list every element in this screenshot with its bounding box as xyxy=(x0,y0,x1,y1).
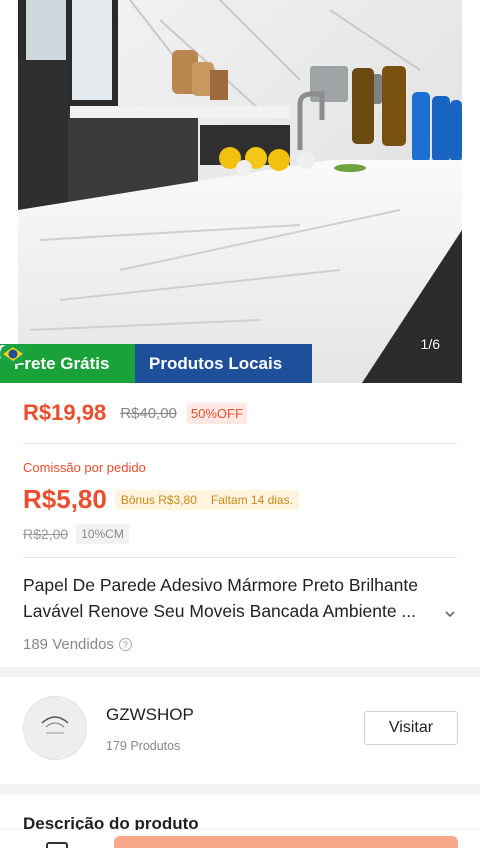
visit-shop-button[interactable]: Visitar xyxy=(364,711,458,745)
price-row: R$19,98 R$40,00 50%OFF xyxy=(23,400,247,426)
shop-avatar[interactable] xyxy=(23,696,87,760)
shop-product-count: 179 Produtos xyxy=(106,739,181,753)
current-price: R$19,98 xyxy=(23,400,107,425)
free-shipping-label: Frete Grátis xyxy=(14,353,110,373)
question-circle-icon[interactable]: ? xyxy=(118,638,132,651)
bonus-remaining: Faltam 14 dias. xyxy=(210,492,293,507)
product-title[interactable]: Papel De Parede Adesivo Mármore Preto Br… xyxy=(23,572,443,624)
shop-name[interactable]: GZWSHOP xyxy=(106,705,194,725)
shop-logo-icon xyxy=(41,716,69,734)
old-commission: R$2,00 xyxy=(23,526,69,542)
commission-rate-row: R$2,00 10%CM xyxy=(23,524,129,544)
product-image-carousel[interactable]: 1/6 Frete Grátis Produtos Locais xyxy=(0,0,480,383)
commission-value: R$5,80 xyxy=(23,484,107,514)
shipping-badges: Frete Grátis Produtos Locais xyxy=(0,344,312,383)
chevron-down-icon[interactable] xyxy=(443,607,457,626)
product-title-line-1: Papel De Parede Adesivo Mármore Preto Br… xyxy=(23,575,418,595)
local-products-badge: Produtos Locais xyxy=(0,344,312,383)
bonus-amount: Bônus R$3,80 xyxy=(120,492,197,507)
commission-rate-tag: 10%CM xyxy=(76,524,129,544)
image-counter: 1/6 xyxy=(420,336,440,352)
product-title-line-2: Lavável Renove Seu Moveis Bancada Ambien… xyxy=(23,601,417,621)
section-separator xyxy=(0,667,480,677)
divider xyxy=(23,443,457,444)
product-page: 1/6 Frete Grátis Produtos Locais R$19,98… xyxy=(0,0,480,848)
kitchen-marble-photo xyxy=(0,0,480,383)
commission-row: R$5,80 Bônus R$3,80 Faltam 14 dias. xyxy=(23,484,299,515)
local-products-label: Produtos Locais xyxy=(149,353,283,373)
sold-count: 189 Vendidos ? xyxy=(23,636,132,653)
commission-label: Comissão por pedido xyxy=(23,460,146,475)
primary-action-button[interactable] xyxy=(114,836,458,848)
discount-badge: 50%OFF xyxy=(186,402,247,424)
share-icon[interactable] xyxy=(46,842,68,848)
sold-count-label: 189 Vendidos xyxy=(23,636,114,653)
bonus-tag: Bônus R$3,80 Faltam 14 dias. xyxy=(114,489,299,510)
divider xyxy=(23,557,457,558)
section-separator xyxy=(0,784,480,794)
original-price: R$40,00 xyxy=(120,404,177,422)
